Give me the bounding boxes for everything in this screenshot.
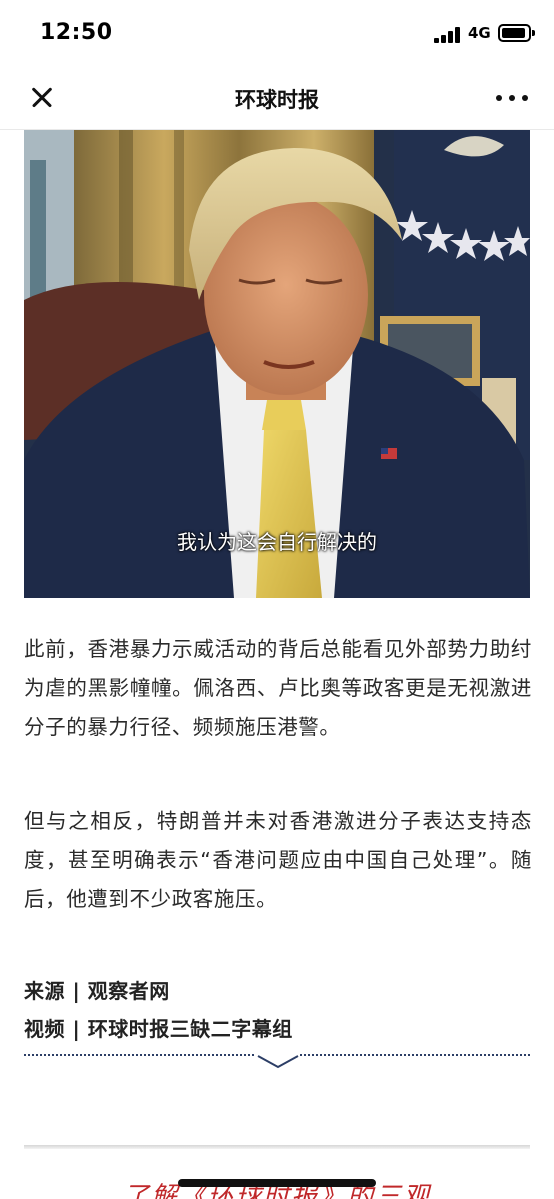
nav-bar: 环球时报 — [0, 68, 554, 130]
home-indicator[interactable] — [178, 1179, 376, 1187]
source-credit: 来源 | 观察者网 — [24, 979, 170, 1003]
battery-icon — [498, 24, 535, 42]
video-subtitle: 我认为这会自行解决的 — [177, 530, 377, 554]
article-paragraph-1: 此前，香港暴力示威活动的背后总能看见外部势力助纣为虐的黑影幢幢。佩洛西、卢比奥等… — [24, 637, 532, 739]
page-title: 环球时报 — [235, 88, 319, 112]
signal-icon — [434, 27, 462, 43]
chevron-down-icon — [256, 1054, 300, 1070]
article-paragraph-2: 但与之相反，特朗普并未对香港激进分子表达支持态度，甚至明确表示“香港问题应由中国… — [24, 809, 532, 911]
video-credit: 视频 | 环球时报三缺二字幕组 — [24, 1017, 293, 1041]
video-player[interactable]: 我认为这会自行解决的 — [24, 130, 530, 598]
status-time: 12:50 — [40, 20, 113, 45]
more-options-icon[interactable] — [494, 88, 530, 108]
status-bar: 12:50 4G — [0, 0, 554, 68]
network-label: 4G — [468, 24, 491, 42]
section-divider — [24, 1145, 530, 1149]
